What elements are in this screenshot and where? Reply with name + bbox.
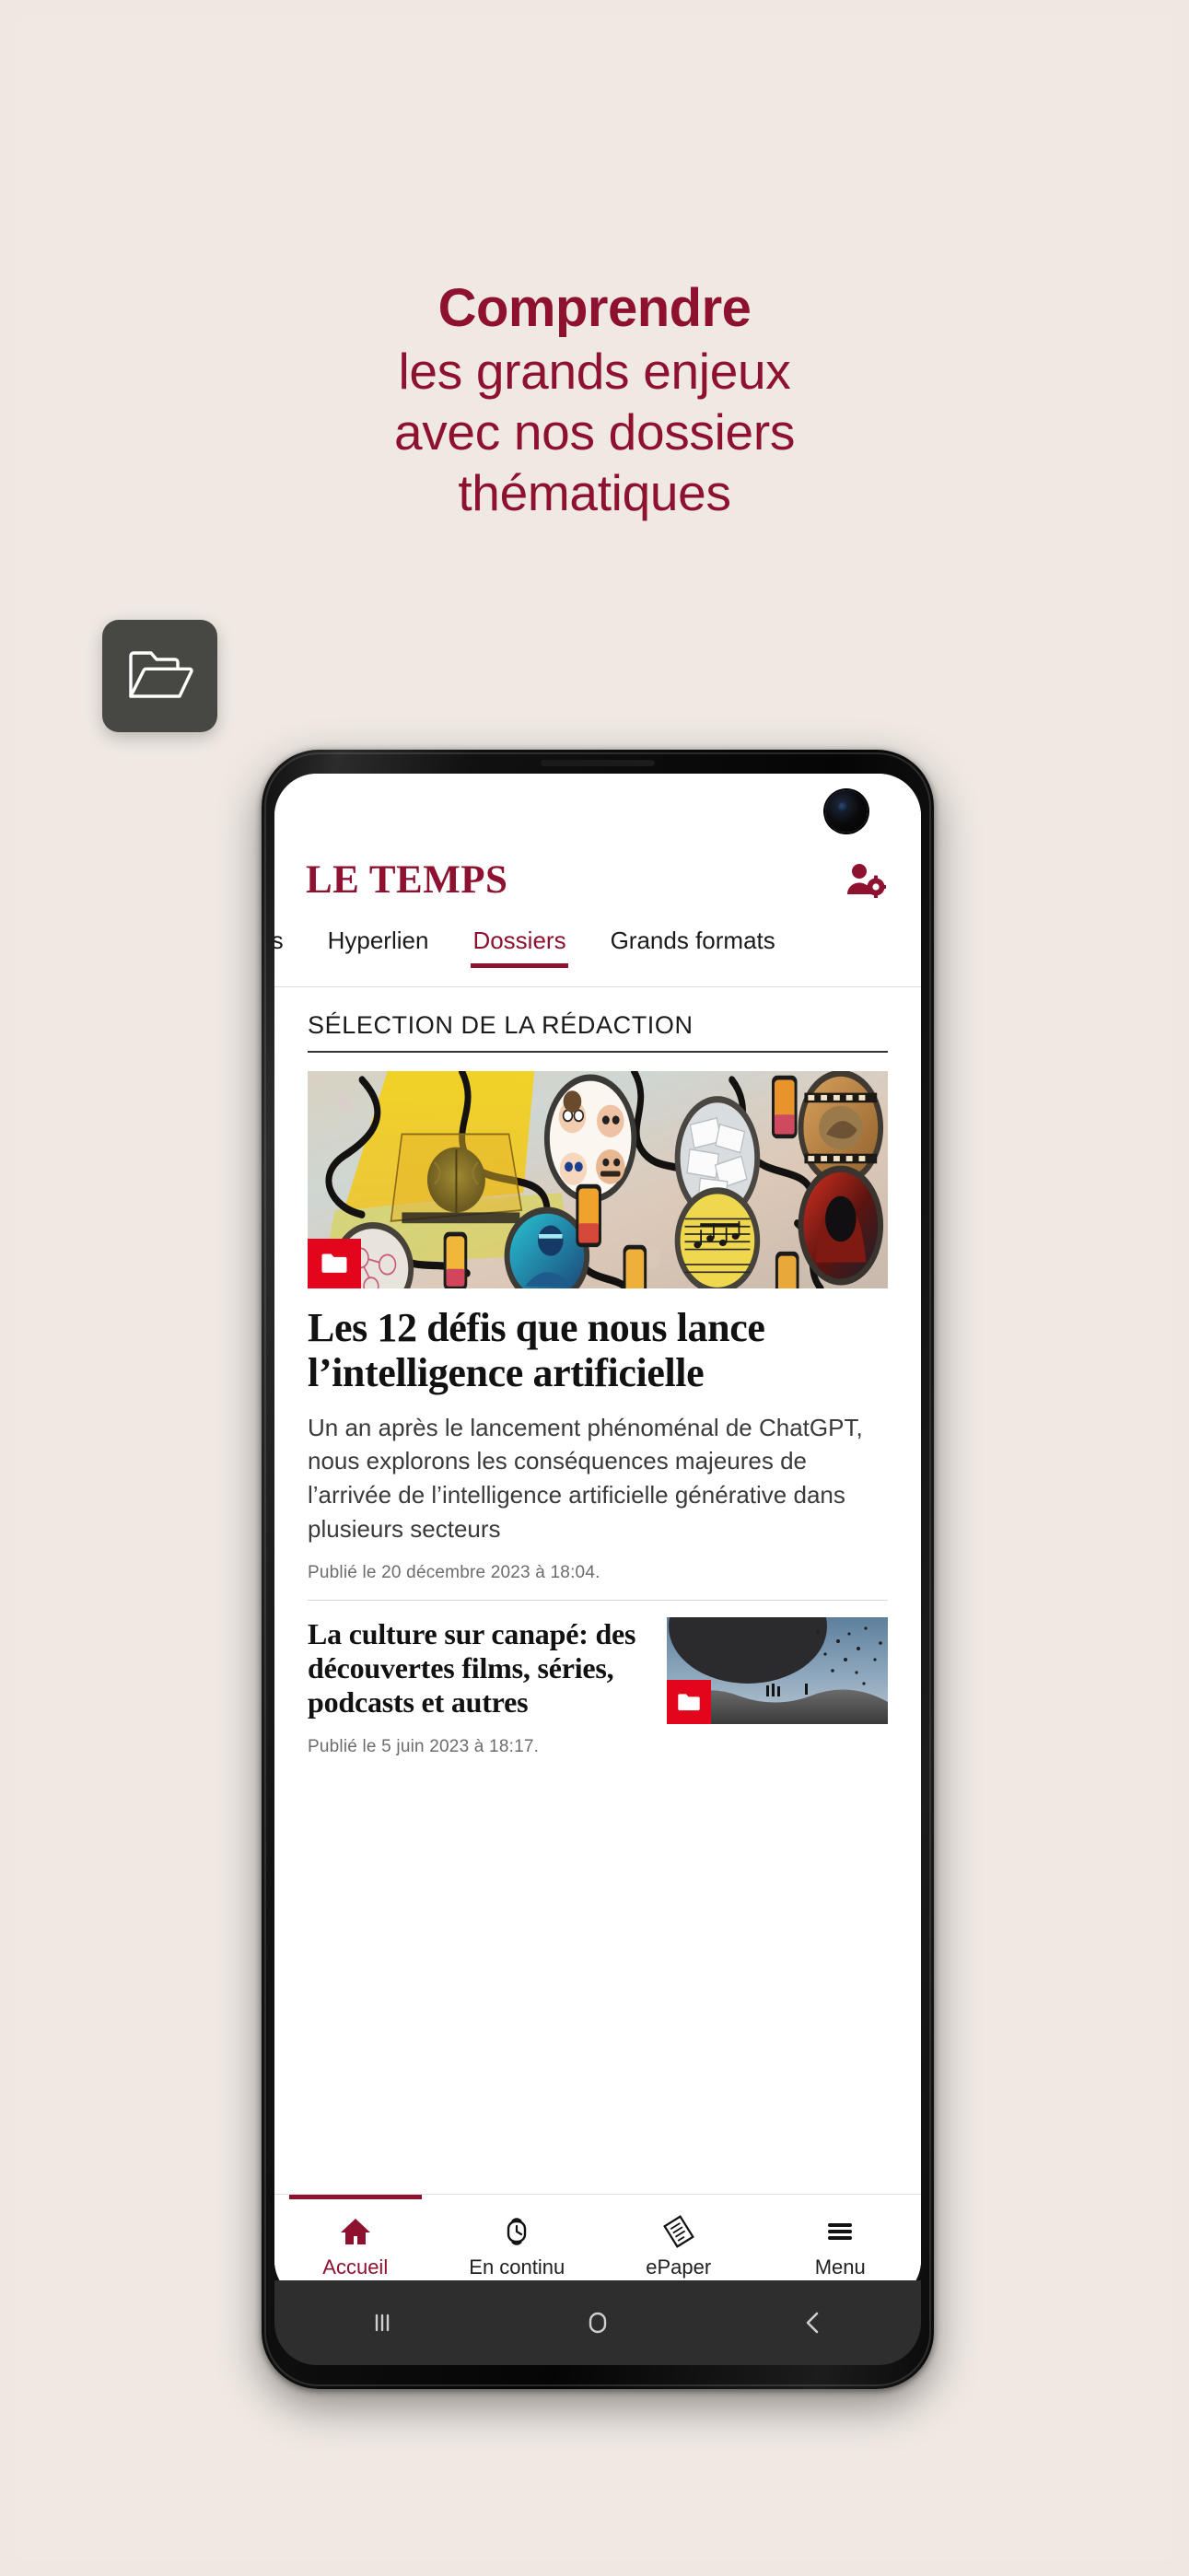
- newspaper-icon: [662, 2214, 695, 2248]
- bottom-nav-menu-label: Menu: [814, 2255, 866, 2279]
- hamburger-menu-icon: [823, 2215, 857, 2248]
- bottom-nav-accueil-label: Accueil: [322, 2255, 389, 2279]
- app-tab-bar[interactable]: nents Hyperlien Dossiers Grands formats: [274, 917, 921, 987]
- section-title: SÉLECTION DE LA RÉDACTION: [308, 987, 888, 1053]
- headline-line-2: les grands enjeux: [398, 342, 791, 400]
- promo-headline: Comprendre les grands enjeux avec nos do…: [17, 276, 1172, 523]
- bottom-nav-menu[interactable]: Menu: [760, 2195, 922, 2284]
- bottom-nav-accueil[interactable]: Accueil: [274, 2195, 437, 2284]
- bottom-nav-en-continu-label: En continu: [469, 2255, 565, 2279]
- second-article-title[interactable]: La culture sur canapé: des découvertes f…: [308, 1617, 647, 1719]
- tab-grands-formats[interactable]: Grands formats: [609, 923, 777, 968]
- bottom-nav-epaper[interactable]: ePaper: [598, 2195, 760, 2284]
- headline-line-3: avec nos dossiers: [393, 402, 796, 460]
- user-gear-icon[interactable]: [845, 861, 888, 899]
- earpiece-speaker: [541, 760, 655, 766]
- hero-article-title[interactable]: Les 12 défis que nous lance l’intelligen…: [308, 1305, 888, 1396]
- app-status-bar: [274, 774, 921, 842]
- bottom-nav-en-continu[interactable]: En continu: [437, 2195, 599, 2284]
- tab-abonnements[interactable]: nents: [274, 923, 286, 968]
- tab-dossiers[interactable]: Dossiers: [471, 923, 568, 968]
- watch-clock-icon: [500, 2215, 533, 2248]
- open-folder-icon: [127, 647, 193, 706]
- promo-canvas: Comprendre les grands enjeux avec nos do…: [17, 17, 1172, 2560]
- headline-line-4: thématiques: [458, 463, 731, 521]
- bottom-nav-epaper-label: ePaper: [646, 2255, 712, 2279]
- folder-icon: [677, 1693, 701, 1712]
- recents-icon[interactable]: [341, 2302, 424, 2344]
- folder-overlay-card: [102, 620, 217, 732]
- hero-image[interactable]: [308, 1071, 888, 1288]
- hero-folder-badge: [308, 1239, 361, 1288]
- android-system-nav[interactable]: [274, 2280, 921, 2365]
- hero-article-lead: Un an après le lancement phénoménal de C…: [308, 1413, 863, 1544]
- hero-article-date: Publié le 20 décembre 2023 à 18:04.: [308, 1563, 600, 1583]
- home-icon: [339, 2215, 372, 2248]
- front-camera-icon: [825, 790, 868, 833]
- back-chevron-icon[interactable]: [772, 2302, 855, 2344]
- tab-hyperlien[interactable]: Hyperlien: [326, 923, 431, 968]
- headline-line-1: Comprendre: [437, 278, 752, 338]
- brand-logo: LE TEMPS: [306, 857, 508, 902]
- app-viewport: LE TEMPS Hyperlien Dossiers Grands forma…: [274, 774, 921, 2302]
- home-square-icon[interactable]: [556, 2302, 639, 2344]
- folder-icon: [321, 1253, 348, 1275]
- device-screen: LE TEMPS Hyperlien Dossiers Grands forma…: [274, 774, 921, 2302]
- second-article-folder-badge: [667, 1680, 711, 1725]
- second-article-date: Publié le 5 juin 2023 à 18:17.: [308, 1737, 540, 1757]
- phone-device: LE TEMPS Hyperlien Dossiers Grands forma…: [262, 750, 934, 2389]
- app-content: SÉLECTION DE LA RÉDACTION Les 12 défis q…: [274, 987, 921, 2194]
- app-header: LE TEMPS: [274, 842, 921, 917]
- second-article-thumbnail[interactable]: [667, 1617, 888, 1725]
- second-article-row[interactable]: La culture sur canapé: des découvertes f…: [308, 1601, 888, 1725]
